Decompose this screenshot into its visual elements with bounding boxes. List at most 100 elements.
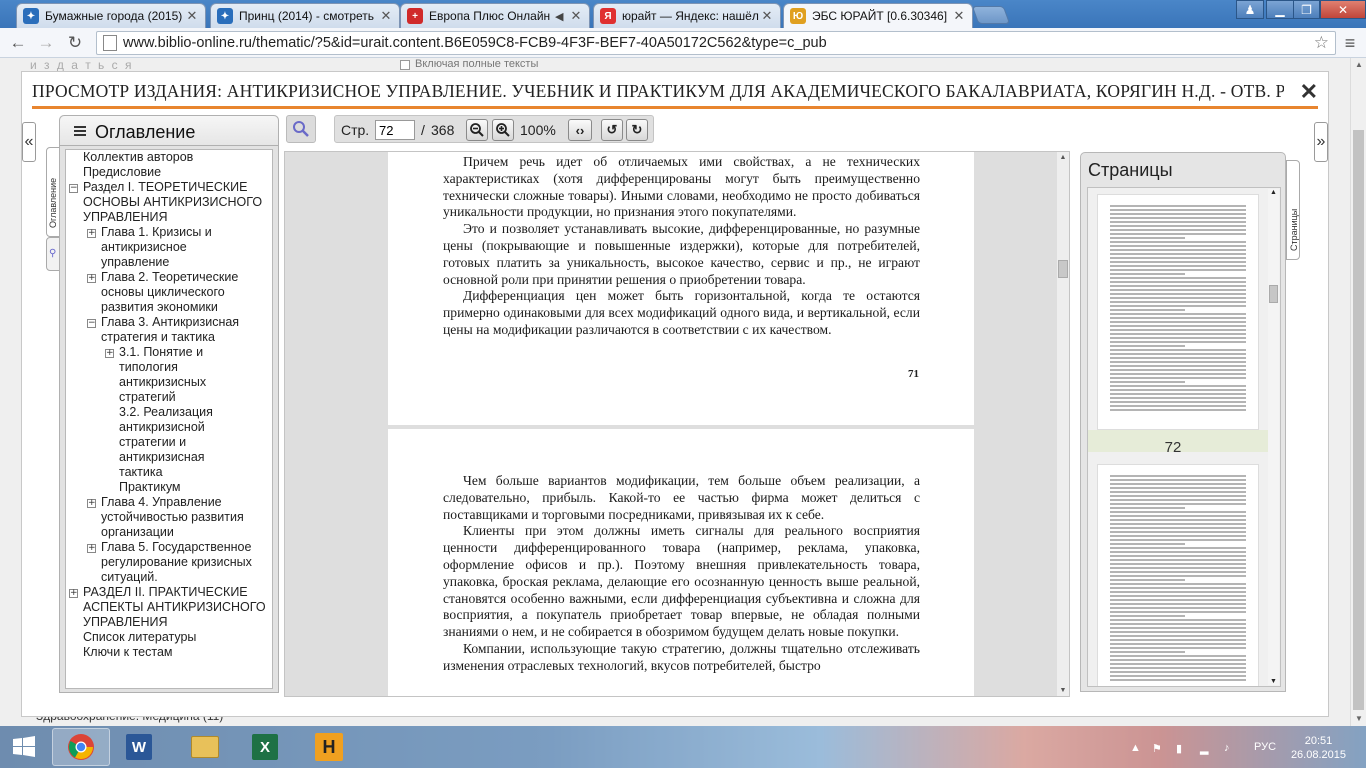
taskbar-explorer[interactable]: [176, 728, 234, 766]
tray-volume-icon[interactable]: ♪: [1224, 742, 1236, 754]
viewer-title: ПРОСМОТР ИЗДАНИЯ: АНТИКРИЗИСНОЕ УПРАВЛЕН…: [32, 81, 1284, 101]
tray-signal-icon[interactable]: ▂: [1200, 742, 1212, 755]
scrollbar-thumb[interactable]: [1269, 285, 1278, 303]
expand-icon[interactable]: +: [105, 349, 114, 358]
page-thumbnail[interactable]: [1097, 194, 1259, 430]
browser-tab-5[interactable]: Ю ЭБС ЮРАЙТ [0.6.30346] ✕: [783, 3, 973, 28]
thumbnail-text-line: [1110, 591, 1246, 593]
browser-tab-4[interactable]: Я юрайт — Яндекс: нашёл ✕: [593, 3, 781, 28]
toc-item[interactable]: 3.2. Реализация антикризисной стратегии …: [119, 405, 234, 480]
search-button[interactable]: [286, 115, 316, 143]
toc-item[interactable]: Глава 2. Теоретические основы циклическо…: [101, 270, 266, 315]
browser-tab-3[interactable]: + Европа Плюс Онлайн ◀ ✕: [400, 3, 590, 28]
toc-item[interactable]: Раздел I. ТЕОРЕТИЧЕСКИЕ ОСНОВЫ АНТИКРИЗИ…: [83, 180, 268, 225]
clock[interactable]: 20:51 26.08.2015: [1291, 734, 1346, 762]
zoom-out-button[interactable]: [466, 119, 488, 141]
toc-item[interactable]: Глава 5. Государственное регулирование к…: [101, 540, 269, 585]
scrollbar-thumb[interactable]: [1058, 260, 1068, 278]
url-text[interactable]: www.biblio-online.ru/thematic/?5&id=urai…: [123, 35, 827, 51]
scroll-up-icon[interactable]: ▲: [1057, 154, 1069, 161]
page-scrollbar[interactable]: ▲ ▼: [1350, 58, 1366, 726]
toc-item[interactable]: 3.1. Понятие и типология антикризисных с…: [119, 345, 224, 405]
page-thumbnail[interactable]: [1097, 464, 1259, 686]
expand-icon[interactable]: +: [87, 274, 96, 283]
taskbar-hamster[interactable]: H: [300, 728, 358, 766]
toc-item[interactable]: Ключи к тестам: [83, 645, 263, 660]
taskbar-excel[interactable]: X: [236, 728, 294, 766]
zoom-in-button[interactable]: [492, 119, 514, 141]
fit-width-button[interactable]: ‹›: [568, 119, 592, 141]
collapse-icon[interactable]: −: [87, 319, 96, 328]
expand-icon[interactable]: +: [87, 544, 96, 553]
scroll-up-icon[interactable]: ▲: [1351, 58, 1366, 72]
start-button[interactable]: [0, 728, 48, 766]
audio-playing-icon[interactable]: ◀: [555, 10, 569, 23]
document-scrollbar[interactable]: ▲ ▼: [1057, 152, 1069, 696]
toc-item[interactable]: Практикум: [119, 480, 239, 495]
collapse-right-button[interactable]: »: [1314, 122, 1328, 162]
tab-title: ЭБС ЮРАЙТ [0.6.30346]: [812, 9, 948, 23]
menu-icon[interactable]: ≡: [1338, 31, 1362, 55]
tray-network-icon[interactable]: ▮: [1176, 742, 1188, 755]
close-window-button[interactable]: ✕: [1320, 0, 1366, 19]
rotate-left-button[interactable]: ↺: [601, 119, 623, 141]
minimize-button[interactable]: ▁: [1266, 0, 1294, 19]
thumbnail-text-line: [1110, 539, 1246, 541]
expand-icon[interactable]: +: [87, 499, 96, 508]
close-tab-icon[interactable]: ✕: [185, 8, 199, 24]
browser-tab-2[interactable]: ✦ Принц (2014) - смотреть ✕: [210, 3, 400, 28]
pages-side-tab[interactable]: Страницы: [1286, 160, 1300, 260]
menu-icon[interactable]: [74, 126, 86, 138]
toc-side-tab[interactable]: Оглавление: [46, 147, 60, 237]
collapse-icon[interactable]: −: [69, 184, 78, 193]
toc-item[interactable]: РАЗДЕЛ II. ПРАКТИЧЕСКИЕ АСПЕКТЫ АНТИКРИЗ…: [83, 585, 268, 630]
collapse-left-button[interactable]: «: [22, 122, 36, 162]
forward-arrow-icon[interactable]: →: [34, 31, 58, 55]
scrollbar-thumb[interactable]: [1353, 130, 1364, 710]
document-view[interactable]: Причем речь идет об отличаемых ими свойс…: [284, 151, 1070, 697]
toc-item[interactable]: Глава 1. Кризисы и антикризисное управле…: [101, 225, 221, 270]
full-text-checkbox[interactable]: [400, 60, 410, 70]
thumbnail-text-line: [1110, 599, 1246, 601]
tray-arrow-icon[interactable]: ▲: [1130, 742, 1142, 754]
toc-item[interactable]: Глава 3. Антикризисная стратегия и такти…: [101, 315, 266, 345]
close-tab-icon[interactable]: ✕: [379, 8, 393, 24]
close-tab-icon[interactable]: ✕: [569, 8, 583, 24]
language-indicator[interactable]: РУС: [1254, 741, 1276, 753]
folder-icon: [191, 736, 219, 758]
scroll-up-icon[interactable]: ▲: [1268, 189, 1279, 196]
close-tab-icon[interactable]: ✕: [952, 8, 966, 24]
close-tab-icon[interactable]: ✕: [760, 8, 774, 24]
thumbnail-text-line: [1110, 249, 1246, 251]
reload-icon[interactable]: ↻: [63, 31, 87, 55]
expand-icon[interactable]: +: [69, 589, 78, 598]
scroll-down-icon[interactable]: ▼: [1351, 712, 1366, 726]
toc-item[interactable]: Глава 4. Управление устойчивостью развит…: [101, 495, 266, 540]
toc-item[interactable]: Предисловие: [83, 165, 263, 180]
taskbar-word[interactable]: W: [110, 728, 168, 766]
address-bar[interactable]: www.biblio-online.ru/thematic/?5&id=urai…: [96, 31, 1336, 55]
restore-button[interactable]: ❐: [1293, 0, 1320, 19]
thumbnail-text-line: [1110, 603, 1246, 605]
toc-item-label: Глава 2. Теоретические основы циклическо…: [101, 270, 239, 314]
thumbnail-scrollbar[interactable]: ▲ ▼: [1268, 189, 1279, 685]
rotate-right-button[interactable]: ↻: [626, 119, 648, 141]
expand-icon[interactable]: +: [87, 229, 96, 238]
thumbnail-text-line: [1110, 345, 1185, 347]
thumbnail-text-line: [1110, 297, 1246, 299]
new-tab-button[interactable]: [971, 6, 1011, 24]
scroll-down-icon[interactable]: ▼: [1057, 687, 1069, 694]
clock-time: 20:51: [1304, 735, 1333, 747]
search-side-tab[interactable]: ⚲: [46, 237, 60, 271]
toc-item[interactable]: Коллектив авторов: [83, 150, 263, 165]
bookmark-star-icon[interactable]: ☆: [1314, 33, 1329, 53]
back-arrow-icon[interactable]: ←: [6, 31, 30, 55]
browser-tab-1[interactable]: ✦ Бумажные города (2015) ✕: [16, 3, 206, 28]
close-viewer-button[interactable]: ✕: [1300, 79, 1318, 105]
toc-item[interactable]: Список литературы: [83, 630, 263, 645]
page-number-input[interactable]: [375, 120, 415, 140]
taskbar-chrome[interactable]: [52, 728, 110, 766]
scroll-down-icon[interactable]: ▼: [1268, 678, 1279, 685]
user-icon[interactable]: ♟: [1236, 0, 1264, 19]
tray-flag-icon[interactable]: ⚑: [1152, 742, 1164, 755]
